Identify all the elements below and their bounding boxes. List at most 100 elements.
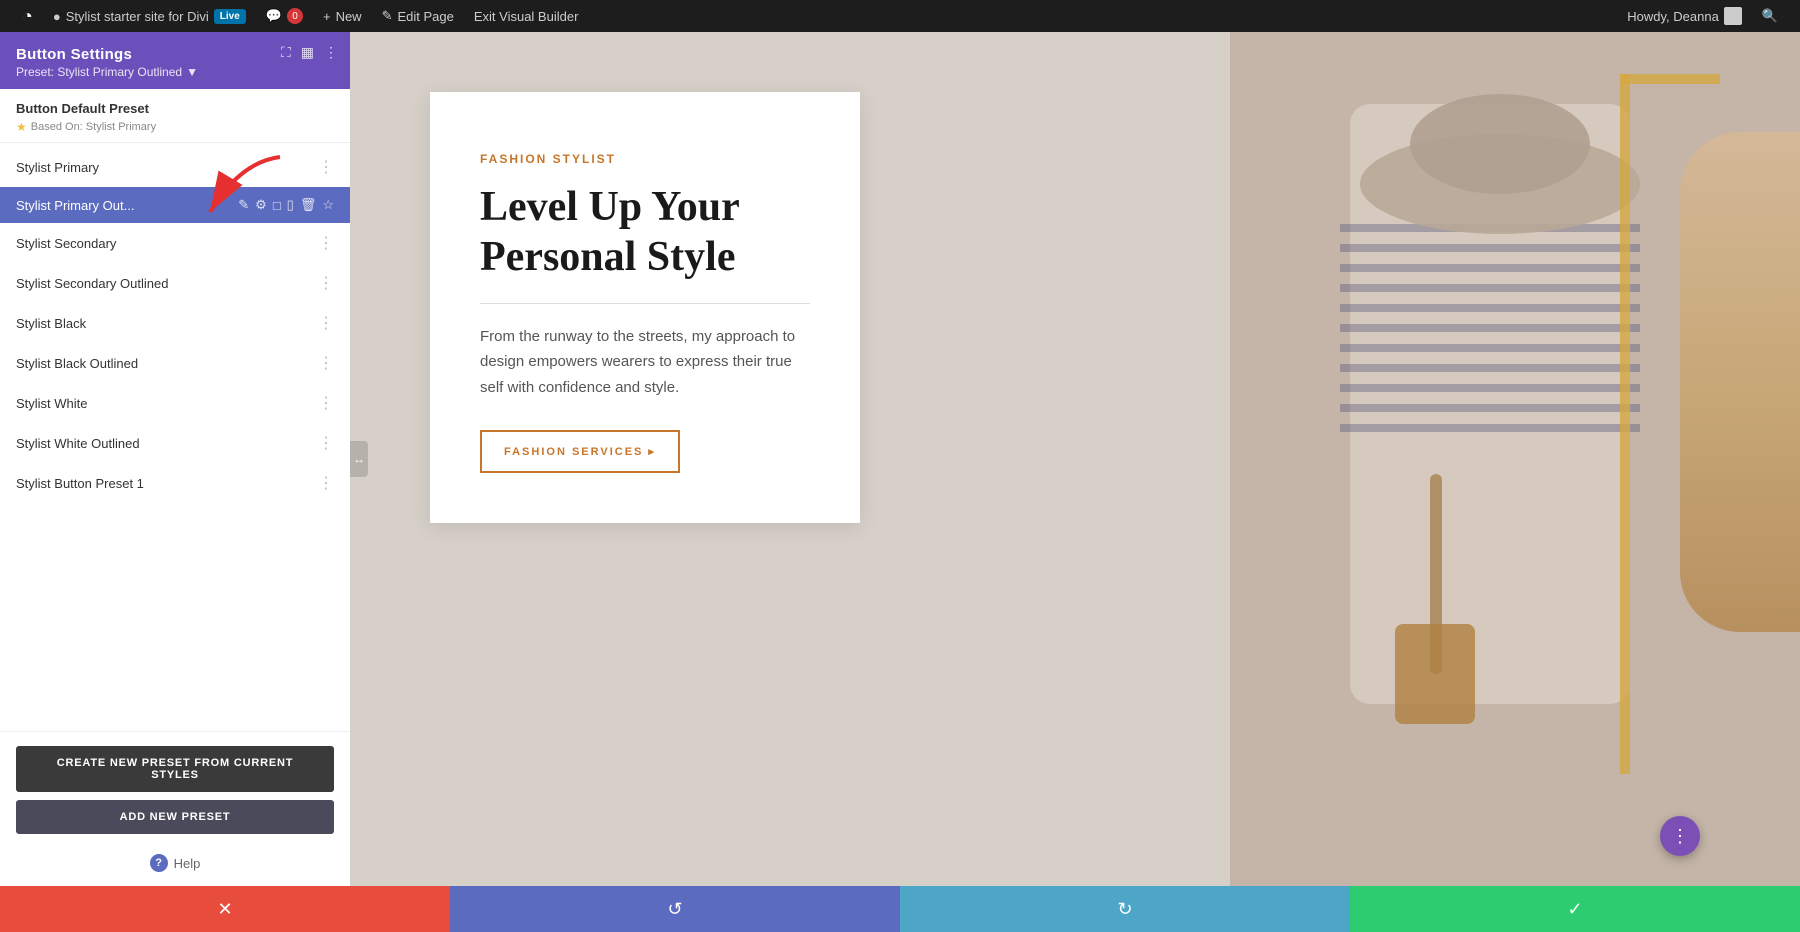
bottom-toolbar: ✕ ↺ ↻ ✓ bbox=[0, 886, 1800, 932]
preset-options-icon[interactable]: ⋮ bbox=[318, 353, 334, 373]
wp-bar-site[interactable]: ● Stylist starter site for Divi Live bbox=[43, 0, 256, 32]
user-avatar bbox=[1724, 7, 1742, 25]
wp-bar-exit-label: Exit Visual Builder bbox=[474, 9, 579, 24]
wp-bar-site-icon: ● bbox=[53, 9, 61, 24]
add-preset-button[interactable]: ADD NEW PRESET bbox=[16, 800, 334, 834]
preset-item-stylist-primary-outlined[interactable]: Stylist Primary Out... ✎ ⚙ □ ▯ 🗑 ☆ bbox=[0, 187, 350, 223]
edit-preset-icon[interactable]: ✎ bbox=[238, 197, 249, 213]
comment-count: 0 bbox=[287, 8, 303, 24]
chevron-down-icon: ▼ bbox=[186, 65, 198, 79]
preset-item-stylist-button-preset-1[interactable]: Stylist Button Preset 1 ⋮ bbox=[0, 463, 350, 503]
wp-bar-new[interactable]: + New bbox=[313, 0, 372, 32]
delete-preset-icon[interactable]: 🗑 bbox=[300, 197, 317, 213]
side-partial-image bbox=[1680, 132, 1800, 632]
panel-toggle[interactable]: ↔ bbox=[350, 441, 368, 477]
preset-item-stylist-secondary-outlined[interactable]: Stylist Secondary Outlined ⋮ bbox=[0, 263, 350, 303]
wp-logo-icon[interactable]: ◔ bbox=[12, 6, 43, 27]
save-icon: ✓ bbox=[1567, 899, 1582, 920]
wp-bar-new-label: New bbox=[336, 9, 362, 24]
preset-item-actions: ✎ ⚙ □ ▯ 🗑 ☆ bbox=[238, 197, 334, 213]
default-preset-title: Button Default Preset bbox=[16, 101, 334, 116]
preset-item-label: Stylist Secondary Outlined bbox=[16, 276, 318, 291]
floating-menu-button[interactable]: ⋮ bbox=[1660, 816, 1700, 856]
preset-options-icon[interactable]: ⋮ bbox=[318, 157, 334, 177]
default-preset-section: Button Default Preset ★ Based On: Stylis… bbox=[0, 89, 350, 143]
toggle-arrow-icon: ↔ bbox=[353, 452, 365, 466]
redo-button[interactable]: ↻ bbox=[900, 886, 1350, 932]
wp-admin-bar: ◔ ● Stylist starter site for Divi Live 💬… bbox=[0, 0, 1800, 32]
preset-item-label: Stylist Black bbox=[16, 316, 318, 331]
preset-options-icon[interactable]: ⋮ bbox=[318, 393, 334, 413]
preset-item-label: Stylist Secondary bbox=[16, 236, 318, 251]
wp-bar-exit-builder[interactable]: Exit Visual Builder bbox=[464, 0, 589, 32]
wp-bar-edit-page[interactable]: ✎ Edit Page bbox=[372, 0, 464, 32]
preset-options-icon[interactable]: ⋮ bbox=[318, 433, 334, 453]
preset-item-stylist-black[interactable]: Stylist Black ⋮ bbox=[0, 303, 350, 343]
wp-bar-comments[interactable]: 💬 0 bbox=[256, 0, 313, 32]
preset-options-icon[interactable]: ⋮ bbox=[318, 273, 334, 293]
hero-subtitle: FASHION STYLIST bbox=[480, 152, 810, 166]
hero-title-line1: Level Up Your bbox=[480, 184, 740, 230]
comment-icon: 💬 bbox=[266, 8, 282, 24]
preset-item-stylist-black-outlined[interactable]: Stylist Black Outlined ⋮ bbox=[0, 343, 350, 383]
close-icon: ✕ bbox=[217, 899, 232, 920]
undo-button[interactable]: ↺ bbox=[450, 886, 900, 932]
wp-bar-site-name: Stylist starter site for Divi bbox=[66, 9, 209, 24]
wp-bar-search[interactable]: 🔍 bbox=[1752, 0, 1788, 32]
close-button[interactable]: ✕ bbox=[0, 886, 450, 932]
star-icon: ★ bbox=[16, 120, 27, 134]
hero-left-bg: FASHION STYLIST Level Up Your Personal S… bbox=[350, 32, 1230, 886]
preset-options-icon[interactable]: ⋮ bbox=[318, 313, 334, 333]
panel-subtitle-text: Preset: Stylist Primary Outlined bbox=[16, 65, 182, 79]
panel-buttons: CREATE NEW PRESET FROM CURRENT STYLES AD… bbox=[0, 731, 350, 844]
preset-item-stylist-primary[interactable]: Stylist Primary ⋮ bbox=[0, 147, 350, 187]
plus-icon: + bbox=[323, 9, 331, 24]
preset-item-label: Stylist White bbox=[16, 396, 318, 411]
hero-section: FASHION STYLIST Level Up Your Personal S… bbox=[350, 32, 1800, 886]
undo-icon: ↺ bbox=[667, 899, 682, 920]
panel-subtitle[interactable]: Preset: Stylist Primary Outlined ▼ bbox=[16, 65, 334, 79]
hero-title: Level Up Your Personal Style bbox=[480, 182, 810, 283]
wp-bar-user[interactable]: Howdy, Deanna bbox=[1617, 0, 1752, 32]
settings-preset-icon[interactable]: ⚙ bbox=[255, 197, 267, 213]
panel-header: Button Settings Preset: Stylist Primary … bbox=[0, 32, 350, 89]
preset-list: Button Default Preset ★ Based On: Stylis… bbox=[0, 89, 350, 731]
hero-cta-button[interactable]: FASHION SERVICES ▸ bbox=[480, 430, 680, 473]
duplicate-preset-icon[interactable]: ▯ bbox=[287, 197, 294, 213]
main-area: Button Settings Preset: Stylist Primary … bbox=[0, 32, 1800, 886]
left-panel: Button Settings Preset: Stylist Primary … bbox=[0, 32, 350, 886]
ellipsis-icon: ⋮ bbox=[1671, 826, 1689, 847]
preset-item-stylist-secondary[interactable]: Stylist Secondary ⋮ bbox=[0, 223, 350, 263]
copy-preset-icon[interactable]: □ bbox=[273, 198, 281, 213]
redo-icon: ↻ bbox=[1117, 899, 1132, 920]
panel-help[interactable]: ? Help bbox=[0, 844, 350, 886]
preset-item-label: Stylist Primary bbox=[16, 160, 318, 175]
search-icon: 🔍 bbox=[1762, 8, 1778, 24]
columns-icon[interactable]: ▦ bbox=[301, 44, 314, 61]
help-label: Help bbox=[174, 856, 201, 871]
preset-item-label: Stylist Black Outlined bbox=[16, 356, 318, 371]
preset-items-container: Stylist Primary ⋮ Stylist Primary Out...… bbox=[0, 143, 350, 507]
save-button[interactable]: ✓ bbox=[1350, 886, 1800, 932]
preset-item-stylist-white[interactable]: Stylist White ⋮ bbox=[0, 383, 350, 423]
wp-bar-user-label: Howdy, Deanna bbox=[1627, 9, 1719, 24]
help-circle-icon: ? bbox=[150, 854, 168, 872]
fullscreen-icon[interactable]: ⛶ bbox=[281, 44, 291, 61]
hero-card: FASHION STYLIST Level Up Your Personal S… bbox=[430, 92, 860, 523]
preset-options-icon[interactable]: ⋮ bbox=[318, 233, 334, 253]
star-preset-icon[interactable]: ☆ bbox=[322, 197, 334, 213]
create-preset-button[interactable]: CREATE NEW PRESET FROM CURRENT STYLES bbox=[16, 746, 334, 792]
preset-item-label: Stylist Button Preset 1 bbox=[16, 476, 318, 491]
page-content: FASHION STYLIST Level Up Your Personal S… bbox=[350, 32, 1800, 886]
edit-icon: ✎ bbox=[382, 8, 393, 24]
wp-bar-right: Howdy, Deanna 🔍 bbox=[1617, 0, 1788, 32]
more-options-icon[interactable]: ⋮ bbox=[324, 44, 338, 61]
hero-body-text: From the runway to the streets, my appro… bbox=[480, 324, 810, 401]
panel-header-icons: ⛶ ▦ ⋮ bbox=[281, 44, 338, 61]
preset-based-on-text: Based On: Stylist Primary bbox=[31, 121, 156, 133]
preset-item-label: Stylist White Outlined bbox=[16, 436, 318, 451]
preset-item-label: Stylist Primary Out... bbox=[16, 198, 238, 213]
preset-item-stylist-white-outlined[interactable]: Stylist White Outlined ⋮ bbox=[0, 423, 350, 463]
preset-options-icon[interactable]: ⋮ bbox=[318, 473, 334, 493]
hero-title-line2: Personal Style bbox=[480, 234, 735, 280]
